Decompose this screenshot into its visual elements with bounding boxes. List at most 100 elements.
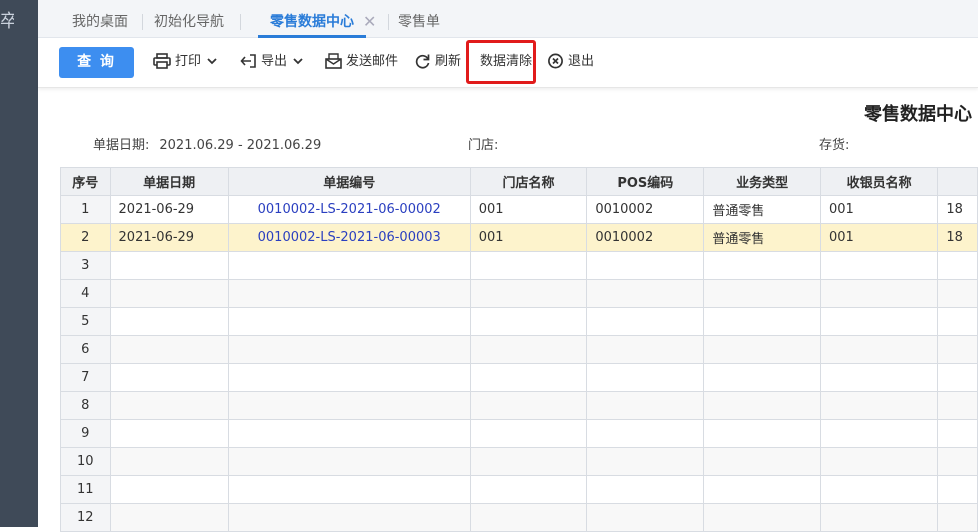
doc-number[interactable] [227, 447, 471, 476]
table-row[interactable]: 10 [60, 447, 978, 476]
table-row[interactable]: 3 [60, 251, 978, 280]
store-name [469, 475, 588, 504]
business-type [703, 447, 821, 476]
business-type [703, 335, 821, 364]
table-row[interactable]: 12 [60, 503, 978, 532]
tab-retail-data-center[interactable]: 零售数据中心 [258, 0, 366, 38]
column-header[interactable]: 业务类型 [703, 167, 821, 196]
business-type [703, 307, 821, 336]
business-type [703, 503, 821, 532]
doc-date [109, 475, 229, 504]
filter-store-label: 门店: [468, 138, 499, 153]
doc-date: 2021-06-29 [109, 223, 229, 252]
business-type: 普通零售 [703, 195, 821, 224]
tab-retail-order[interactable]: 零售单 [398, 0, 440, 38]
extra-cell [937, 475, 978, 504]
doc-number[interactable] [227, 419, 471, 448]
doc-date [109, 503, 229, 532]
doc-date [109, 335, 229, 364]
doc-number[interactable] [227, 279, 471, 308]
column-header[interactable]: POS编码 [586, 167, 705, 196]
page-title: 零售数据中心 [864, 104, 972, 125]
doc-number[interactable]: 0010002-LS-2021-06-00002 [227, 195, 471, 224]
extra-cell [937, 307, 978, 336]
row-index: 7 [60, 363, 111, 392]
row-index: 6 [60, 335, 111, 364]
table-row[interactable]: 9 [60, 419, 978, 448]
row-index: 8 [60, 391, 111, 420]
exit-icon [548, 53, 563, 68]
exit-button[interactable]: 退出 [547, 48, 594, 76]
column-header[interactable]: 序号 [60, 167, 111, 196]
business-type [703, 419, 821, 448]
print-button[interactable]: 打印 [153, 48, 221, 76]
table-row[interactable]: 2 2021-06-29 0010002-LS-2021-06-00003 001 00… [60, 223, 978, 252]
row-index: 4 [60, 279, 111, 308]
column-header[interactable]: 收银员名称 [819, 167, 939, 196]
doc-number[interactable] [227, 475, 471, 504]
table-row[interactable]: 4 [60, 279, 978, 308]
store-name: 001 [469, 195, 588, 224]
highlight-annotation [466, 40, 536, 84]
export-button[interactable]: 导出 [240, 48, 307, 76]
tab-init-guide[interactable]: 初始化导航 [154, 0, 224, 38]
doc-number[interactable] [227, 307, 471, 336]
column-header[interactable]: 单据编号 [227, 167, 471, 196]
pos-code [586, 307, 705, 336]
left-rail: 卒 [0, 0, 38, 527]
query-button[interactable]: 查 询 [59, 47, 134, 78]
left-rail-glyph: 卒 [0, 11, 14, 32]
table-row[interactable]: 8 [60, 391, 978, 420]
pos-code [586, 335, 705, 364]
extra-cell [937, 447, 978, 476]
refresh-button[interactable]: 刷新 [414, 48, 461, 76]
extra-cell [937, 419, 978, 448]
store-name [469, 251, 588, 280]
store-name [469, 279, 588, 308]
refresh-label: 刷新 [435, 54, 462, 69]
refresh-icon [415, 54, 430, 69]
pos-code [586, 279, 705, 308]
store-name [469, 419, 588, 448]
table-row[interactable]: 1 2021-06-29 0010002-LS-2021-06-00002 001 00… [60, 195, 978, 224]
row-index: 11 [60, 475, 111, 504]
tab-separator [240, 14, 241, 30]
table-row[interactable]: 11 [60, 475, 978, 504]
business-type: 普通零售 [703, 223, 821, 252]
row-index: 10 [60, 447, 111, 476]
doc-date [109, 279, 229, 308]
row-index: 9 [60, 419, 111, 448]
pos-code [586, 251, 705, 280]
doc-date [109, 419, 229, 448]
doc-number[interactable] [227, 391, 471, 420]
table-row[interactable]: 7 [60, 363, 978, 392]
filter-stock: 存货: [819, 134, 849, 153]
doc-number[interactable] [227, 251, 471, 280]
doc-number[interactable] [227, 503, 471, 532]
extra-cell: 18 [937, 195, 978, 224]
tab-my-desktop[interactable]: 我的桌面 [72, 0, 128, 38]
filter-date-value: 2021.06.29 - 2021.06.29 [159, 138, 322, 153]
business-type [703, 391, 821, 420]
doc-number[interactable] [227, 363, 471, 392]
store-name [469, 307, 588, 336]
business-type [703, 279, 821, 308]
table-row[interactable]: 6 [60, 335, 978, 364]
doc-date [109, 447, 229, 476]
doc-date [109, 391, 229, 420]
doc-date [109, 363, 229, 392]
table-row[interactable]: 5 [60, 307, 978, 336]
doc-number[interactable]: 0010002-LS-2021-06-00003 [227, 223, 471, 252]
doc-number[interactable] [227, 335, 471, 364]
column-header[interactable]: 单据日期 [109, 167, 229, 196]
table-header-row: 序号 单据日期 单据编号 门店名称 POS编码 业务类型 收银员名称 [60, 167, 978, 196]
column-header[interactable] [937, 167, 978, 196]
doc-date [109, 251, 229, 280]
tab-bar: 我的桌面 初始化导航 零售数据中心 ✕ 零售单 [38, 0, 978, 38]
column-header[interactable]: 门店名称 [469, 167, 588, 196]
email-icon [325, 52, 342, 69]
send-email-button[interactable]: 发送邮件 [325, 48, 398, 76]
doc-date [109, 307, 229, 336]
table-body: 1 2021-06-29 0010002-LS-2021-06-00002 001 00… [60, 195, 978, 532]
pos-code [586, 419, 705, 448]
